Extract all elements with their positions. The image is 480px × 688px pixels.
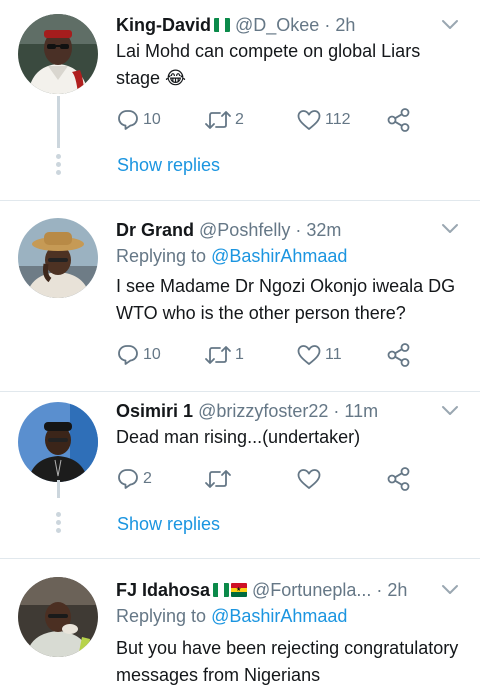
thread-dots — [54, 154, 63, 178]
user-handle[interactable]: @D_Okee — [235, 15, 319, 35]
like-button[interactable]: 112 — [296, 106, 351, 134]
retweet-button[interactable]: 2 — [204, 106, 244, 134]
reply-icon — [118, 110, 138, 130]
reply-count: 10 — [143, 346, 161, 363]
reply-button[interactable]: 10 — [116, 106, 161, 134]
tweet-king-david[interactable]: King-David @D_Okee · 2h Lai Mohd can comp… — [0, 0, 480, 200]
tweet-text: Dead man rising...(undertaker) — [116, 427, 361, 447]
tweet-header: Osimiri 1 @brizzyfoster22 · 11m — [116, 399, 436, 423]
timestamp[interactable]: 2h — [335, 15, 355, 35]
share-button[interactable] — [386, 106, 412, 134]
heart-icon — [297, 345, 321, 365]
tweet-actions: 2 — [116, 465, 426, 493]
tweet-text: I see Madame Dr Ngozi Okonjo iweala DG W… — [116, 276, 456, 323]
mention-link[interactable]: @BashirAhmaad — [211, 246, 347, 266]
separator: · — [295, 220, 302, 240]
reply-button[interactable]: 10 — [116, 341, 161, 369]
user-handle[interactable]: @Poshfelly — [199, 220, 290, 240]
like-button[interactable] — [296, 465, 325, 493]
replying-to-label: Replying to — [116, 606, 207, 626]
reply-count: 10 — [143, 111, 161, 128]
share-icon — [387, 343, 410, 367]
tweet-header: FJ Idahosa ★ @Fortunepla... · 2h — [116, 578, 436, 602]
reply-count: 2 — [143, 470, 152, 487]
timestamp[interactable]: 2h — [387, 580, 407, 600]
avatar[interactable] — [18, 14, 98, 94]
chevron-down-icon[interactable] — [440, 14, 460, 34]
replying-to: Replying to @BashirAhmaad — [116, 604, 347, 628]
separator: · — [333, 401, 340, 421]
nigeria-flag-icon — [214, 18, 230, 32]
share-button[interactable] — [386, 341, 412, 369]
display-name[interactable]: King-David — [116, 15, 211, 35]
like-count: 11 — [325, 346, 342, 363]
replying-to: Replying to @BashirAhmaad — [116, 244, 347, 268]
avatar-image — [18, 577, 98, 657]
share-icon — [387, 467, 410, 491]
chevron-down-icon[interactable] — [440, 579, 460, 599]
mention-link[interactable]: @BashirAhmaad — [211, 606, 347, 626]
heart-icon — [297, 110, 321, 130]
nigeria-flag-icon — [213, 583, 230, 597]
tweet-dr-grand[interactable]: Dr Grand @Poshfelly · 32m Replying to @B… — [0, 201, 480, 391]
tweet-osimiri[interactable]: Osimiri 1 @brizzyfoster22 · 11m Dead man… — [0, 392, 480, 558]
timestamp[interactable]: 11m — [344, 401, 378, 421]
display-name[interactable]: Dr Grand — [116, 220, 194, 240]
like-count: 112 — [325, 111, 351, 128]
retweet-count: 2 — [235, 111, 244, 128]
retweet-icon — [205, 346, 231, 364]
avatar[interactable] — [18, 577, 98, 657]
retweet-button[interactable]: 1 — [204, 341, 244, 369]
show-replies-link[interactable]: Show replies — [117, 514, 220, 535]
retweet-icon — [205, 470, 231, 488]
reply-icon — [118, 345, 138, 365]
tweet-header: King-David @D_Okee · 2h — [116, 13, 436, 37]
thread-line — [57, 96, 60, 148]
tweet-text: But you have been rejecting congratulato… — [116, 638, 459, 685]
like-button[interactable]: 11 — [296, 341, 342, 369]
reply-button[interactable]: 2 — [116, 465, 152, 493]
replying-to-label: Replying to — [116, 246, 207, 266]
chevron-down-icon[interactable] — [440, 400, 460, 420]
retweet-button[interactable] — [204, 465, 235, 493]
retweet-icon — [205, 111, 231, 129]
retweet-count: 1 — [235, 346, 244, 363]
heart-icon — [297, 469, 321, 489]
avatar-image — [18, 402, 98, 482]
tweet-text: Lai Mohd can compete on global Liars sta… — [116, 41, 421, 88]
timestamp[interactable]: 32m — [306, 220, 341, 240]
avatar-image — [18, 218, 98, 298]
tweet-actions: 10 1 11 — [116, 341, 426, 369]
ghana-flag-icon: ★ — [231, 583, 248, 597]
tweet-header: Dr Grand @Poshfelly · 32m — [116, 218, 436, 242]
separator: · — [376, 580, 383, 600]
show-replies-link[interactable]: Show replies — [117, 155, 220, 176]
thread-line — [57, 480, 60, 498]
avatar-image — [18, 14, 98, 94]
chevron-down-icon[interactable] — [440, 218, 460, 238]
share-icon — [387, 108, 410, 132]
avatar[interactable] — [18, 402, 98, 482]
reply-icon — [118, 469, 138, 489]
tweet-fj-idahosa[interactable]: FJ Idahosa ★ @Fortunepla... · 2h Replying … — [0, 559, 480, 688]
user-handle[interactable]: @brizzyfoster22 — [198, 401, 328, 421]
separator: · — [324, 15, 331, 35]
user-handle[interactable]: @Fortunepla... — [252, 580, 371, 600]
display-name[interactable]: FJ Idahosa — [116, 580, 210, 600]
thread-dots — [54, 512, 63, 536]
tweet-actions: 10 2 112 — [116, 106, 426, 134]
share-button[interactable] — [386, 465, 412, 493]
avatar[interactable] — [18, 218, 98, 298]
display-name[interactable]: Osimiri 1 — [116, 401, 193, 421]
